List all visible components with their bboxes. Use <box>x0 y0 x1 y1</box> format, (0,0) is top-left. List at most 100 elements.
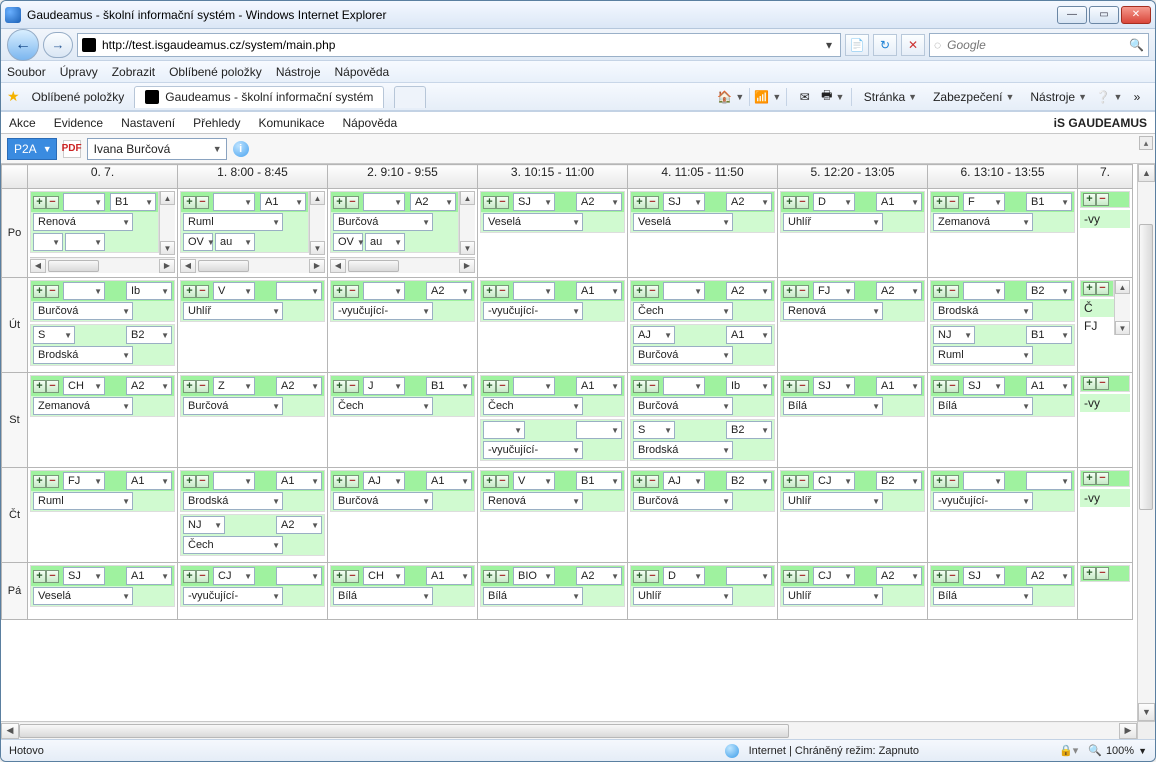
dropdown[interactable]: Renová▼ <box>483 492 583 510</box>
dropdown[interactable]: au▼ <box>365 233 405 251</box>
remove-button[interactable]: − <box>346 475 359 488</box>
refresh-button[interactable]: ↻ <box>873 34 897 56</box>
dropdown[interactable]: Bílá▼ <box>483 587 583 605</box>
protected-mode-icon[interactable]: 🔒▾ <box>1059 744 1078 757</box>
menu-view[interactable]: Zobrazit <box>112 65 155 79</box>
dropdown[interactable]: FJ▼ <box>813 282 855 300</box>
add-button[interactable]: + <box>1083 472 1096 485</box>
dropdown[interactable]: A1▼ <box>276 472 322 490</box>
dropdown[interactable]: Uhlíř▼ <box>783 213 883 231</box>
add-button[interactable]: + <box>633 285 646 298</box>
dropdown[interactable]: ▼ <box>276 567 322 585</box>
add-button[interactable]: + <box>333 570 346 583</box>
feeds-button[interactable]: 📶▼ <box>756 86 780 108</box>
dropdown[interactable]: ▼ <box>963 282 1005 300</box>
remove-button[interactable]: − <box>646 570 659 583</box>
dropdown[interactable]: Ruml▼ <box>933 346 1033 364</box>
dropdown[interactable]: FJ▼ <box>63 472 105 490</box>
remove-button[interactable]: − <box>646 380 659 393</box>
remove-button[interactable]: − <box>946 196 959 209</box>
dropdown[interactable]: S▼ <box>633 421 675 439</box>
chevron-button[interactable]: » <box>1125 86 1149 108</box>
remove-button[interactable]: − <box>946 285 959 298</box>
add-button[interactable]: + <box>933 285 946 298</box>
remove-button[interactable]: − <box>346 570 359 583</box>
remove-button[interactable]: − <box>796 285 809 298</box>
remove-button[interactable]: − <box>946 570 959 583</box>
cell-hscroll[interactable]: ◀▶ <box>180 257 325 273</box>
cell-vscroll[interactable]: ▲▼ <box>159 191 175 255</box>
add-button[interactable]: + <box>1083 567 1096 580</box>
add-button[interactable]: + <box>183 475 196 488</box>
dropdown[interactable]: J▼ <box>363 377 405 395</box>
dropdown[interactable]: ▼ <box>213 472 255 490</box>
search-input[interactable] <box>945 37 1125 53</box>
dropdown[interactable]: SJ▼ <box>63 567 105 585</box>
dropdown[interactable]: A1▼ <box>260 193 306 211</box>
dropdown[interactable]: A2▼ <box>1026 567 1072 585</box>
close-button[interactable]: ✕ <box>1121 6 1151 24</box>
dropdown[interactable]: D▼ <box>663 567 705 585</box>
dropdown[interactable]: AJ▼ <box>363 472 405 490</box>
remove-button[interactable]: − <box>196 475 209 488</box>
dropdown[interactable]: Čech▼ <box>633 302 733 320</box>
app-menu-komunikace[interactable]: Komunikace <box>258 116 324 130</box>
app-menu-nastaveni[interactable]: Nastavení <box>121 116 175 130</box>
add-button[interactable]: + <box>1083 193 1096 206</box>
dropdown[interactable]: -vyučující-▼ <box>333 302 433 320</box>
hscroll-thumb[interactable] <box>19 724 789 738</box>
forward-button[interactable]: → <box>43 32 73 58</box>
dropdown[interactable]: B1▼ <box>110 193 156 211</box>
zoom-caret-icon[interactable]: ▼ <box>1138 746 1147 756</box>
dropdown[interactable]: Ib▼ <box>126 282 172 300</box>
dropdown[interactable]: A2▼ <box>426 282 472 300</box>
scroll-right-icon[interactable]: ▶ <box>1119 723 1137 739</box>
dropdown[interactable]: Z▼ <box>213 377 255 395</box>
teacher-select[interactable]: Ivana Burčová▼ <box>87 138 227 160</box>
dropdown[interactable]: A1▼ <box>576 377 622 395</box>
search-box[interactable]: ◌ 🔍 <box>929 33 1149 57</box>
add-button[interactable]: + <box>783 196 796 209</box>
remove-button[interactable]: − <box>796 570 809 583</box>
pdf-icon[interactable]: PDF <box>63 140 81 158</box>
class-select[interactable]: P2A▼ <box>7 138 57 160</box>
dropdown[interactable]: -vyučující-▼ <box>483 441 583 459</box>
add-button[interactable]: + <box>633 475 646 488</box>
dropdown[interactable]: Brodská▼ <box>33 346 133 364</box>
dropdown[interactable]: SJ▼ <box>963 377 1005 395</box>
dropdown[interactable]: Uhlíř▼ <box>183 302 283 320</box>
menu-help[interactable]: Nápověda <box>335 65 390 79</box>
dropdown[interactable]: Bílá▼ <box>933 587 1033 605</box>
dropdown[interactable]: Burčová▼ <box>633 397 733 415</box>
add-button[interactable]: + <box>783 380 796 393</box>
dropdown[interactable]: ▼ <box>483 421 525 439</box>
scroll-left-icon[interactable]: ◀ <box>1 723 19 739</box>
dropdown[interactable]: Veselá▼ <box>483 213 583 231</box>
info-icon[interactable]: i <box>233 141 249 157</box>
dropdown[interactable]: ▼ <box>63 193 105 211</box>
dropdown[interactable]: Uhlíř▼ <box>633 587 733 605</box>
dropdown[interactable]: ▼ <box>663 377 705 395</box>
dropdown[interactable]: Brodská▼ <box>933 302 1033 320</box>
dropdown[interactable]: Ib▼ <box>726 377 772 395</box>
dropdown[interactable]: Veselá▼ <box>633 213 733 231</box>
dropdown[interactable]: SJ▼ <box>663 193 705 211</box>
app-menu-evidence[interactable]: Evidence <box>54 116 103 130</box>
remove-button[interactable]: − <box>496 475 509 488</box>
add-button[interactable]: + <box>33 285 46 298</box>
dropdown[interactable]: ▼ <box>513 282 555 300</box>
dropdown[interactable]: A1▼ <box>726 326 772 344</box>
dropdown[interactable]: ▼ <box>65 233 105 251</box>
dropdown[interactable]: Čech▼ <box>483 397 583 415</box>
dropdown[interactable]: A1▼ <box>876 377 922 395</box>
help-button[interactable]: ❔▼ <box>1097 86 1121 108</box>
active-tab[interactable]: Gaudeamus - školní informační systém <box>134 86 384 108</box>
dropdown[interactable]: B2▼ <box>876 472 922 490</box>
add-button[interactable]: + <box>483 196 496 209</box>
safety-menu[interactable]: Zabezpečení▼ <box>927 86 1020 108</box>
remove-button[interactable]: − <box>796 380 809 393</box>
favorites-star-icon[interactable]: ★ <box>7 88 20 105</box>
remove-button[interactable]: − <box>646 475 659 488</box>
dropdown[interactable]: A1▼ <box>126 472 172 490</box>
dropdown[interactable]: ▼ <box>213 193 255 211</box>
